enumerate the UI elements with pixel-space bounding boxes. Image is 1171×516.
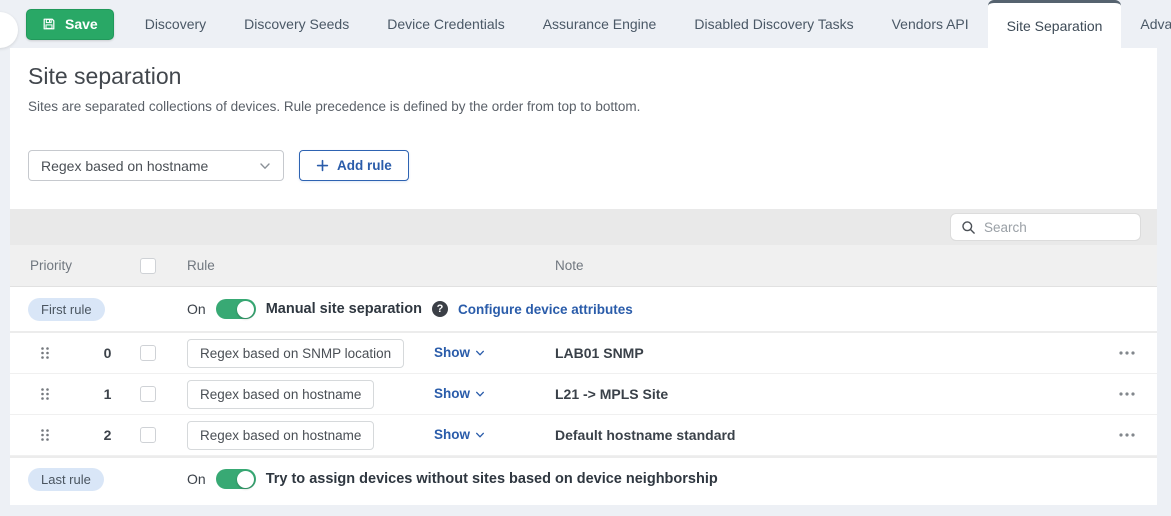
tab-advanced-cli[interactable]: Advanced CLI xyxy=(1121,0,1171,48)
rule-chip[interactable]: Regex based on hostname xyxy=(187,380,374,409)
top-bar: Save Discovery Discovery Seeds Device Cr… xyxy=(0,0,1171,48)
first-rule-row: First rule On Manual site separation ? C… xyxy=(10,287,1157,333)
table-row: 2 Regex based on hostname Show Default h… xyxy=(10,415,1157,456)
tab-device-credentials[interactable]: Device Credentials xyxy=(368,0,524,48)
note-value: LAB01 SNMP xyxy=(543,345,1097,361)
add-rule-button[interactable]: Add rule xyxy=(299,150,409,181)
tab-site-separation[interactable]: Site Separation xyxy=(988,0,1122,48)
rule-type-selected-value: Regex based on hostname xyxy=(41,158,208,174)
neighborship-assignment-toggle[interactable] xyxy=(216,469,256,489)
configure-device-attributes-link[interactable]: Configure device attributes xyxy=(458,302,633,317)
tab-discovery-seeds[interactable]: Discovery Seeds xyxy=(225,0,368,48)
last-rule-row: Last rule On Try to assign devices witho… xyxy=(10,456,1157,500)
content-panel: Site separation Sites are separated coll… xyxy=(10,48,1157,505)
priority-value: 2 xyxy=(80,427,135,443)
drag-handle-icon[interactable] xyxy=(10,346,80,360)
search-input[interactable] xyxy=(984,220,1130,235)
show-link[interactable]: Show xyxy=(434,345,485,360)
add-rule-label: Add rule xyxy=(337,158,392,173)
drag-handle-icon[interactable] xyxy=(10,387,80,401)
row-actions-ellipsis-icon[interactable] xyxy=(1097,351,1157,355)
chevron-down-icon xyxy=(259,160,271,172)
table-row: 1 Regex based on hostname Show L21 -> MP… xyxy=(10,374,1157,415)
rule-type-select[interactable]: Regex based on hostname xyxy=(28,150,284,181)
show-link-label: Show xyxy=(434,345,470,360)
floppy-disk-icon xyxy=(42,17,56,31)
column-header-rule: Rule xyxy=(175,258,422,273)
priority-value: 1 xyxy=(80,386,135,402)
help-icon[interactable]: ? xyxy=(432,301,448,317)
tab-disabled-discovery-tasks[interactable]: Disabled Discovery Tasks xyxy=(675,0,872,48)
first-rule-title: Manual site separation xyxy=(266,301,422,317)
table-toolbar xyxy=(10,209,1157,245)
row-checkbox[interactable] xyxy=(140,345,156,361)
chevron-down-icon xyxy=(475,430,485,440)
drag-handle-icon[interactable] xyxy=(10,428,80,442)
rule-controls: Regex based on hostname Add rule xyxy=(10,150,1157,181)
sidebar-collapse-handle[interactable] xyxy=(0,12,18,48)
page-header: Site separation Sites are separated coll… xyxy=(10,48,1157,114)
show-link-label: Show xyxy=(434,427,470,442)
chevron-down-icon xyxy=(475,348,485,358)
toggle-state-label: On xyxy=(187,471,206,487)
last-rule-badge: Last rule xyxy=(28,468,104,491)
row-checkbox[interactable] xyxy=(140,427,156,443)
table-row: 0 Regex based on SNMP location Show LAB0… xyxy=(10,333,1157,374)
tab-assurance-engine[interactable]: Assurance Engine xyxy=(524,0,676,48)
priority-value: 0 xyxy=(80,345,135,361)
tab-discovery[interactable]: Discovery xyxy=(126,0,225,48)
save-button[interactable]: Save xyxy=(26,9,114,40)
tab-vendors-api[interactable]: Vendors API xyxy=(873,0,988,48)
show-link[interactable]: Show xyxy=(434,386,485,401)
save-button-label: Save xyxy=(65,16,98,32)
search-icon xyxy=(961,220,976,235)
row-actions-ellipsis-icon[interactable] xyxy=(1097,392,1157,396)
first-rule-badge: First rule xyxy=(28,298,105,321)
row-actions-ellipsis-icon[interactable] xyxy=(1097,433,1157,437)
column-header-priority: Priority xyxy=(10,258,135,273)
row-checkbox[interactable] xyxy=(140,386,156,402)
manual-site-separation-toggle[interactable] xyxy=(216,299,256,319)
rule-chip[interactable]: Regex based on hostname xyxy=(187,421,374,450)
last-rule-title: Try to assign devices without sites base… xyxy=(266,471,718,487)
tab-bar: Discovery Discovery Seeds Device Credent… xyxy=(126,0,1171,48)
page-description: Sites are separated collections of devic… xyxy=(28,99,1139,114)
plus-icon xyxy=(316,159,329,172)
chevron-down-icon xyxy=(475,389,485,399)
column-header-note: Note xyxy=(543,258,1097,273)
show-link[interactable]: Show xyxy=(434,427,485,442)
toggle-state-label: On xyxy=(187,301,206,317)
rule-chip[interactable]: Regex based on SNMP location xyxy=(187,339,404,368)
search-box[interactable] xyxy=(950,213,1141,241)
select-all-checkbox[interactable] xyxy=(140,258,156,274)
page-title: Site separation xyxy=(28,63,1139,90)
note-value: L21 -> MPLS Site xyxy=(543,386,1097,402)
table-header-row: Priority Rule Note xyxy=(10,245,1157,287)
show-link-label: Show xyxy=(434,386,470,401)
note-value: Default hostname standard xyxy=(543,427,1097,443)
